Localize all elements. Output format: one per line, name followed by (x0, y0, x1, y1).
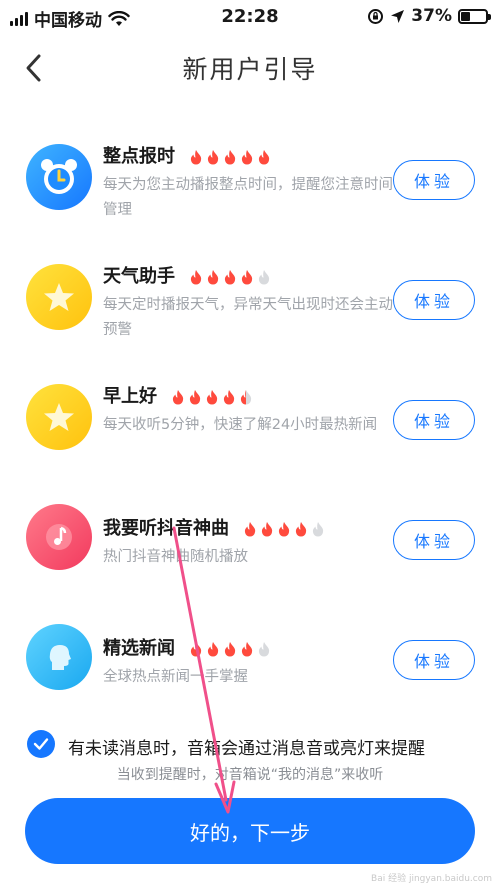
flame-icon (258, 150, 270, 165)
flame-icon (172, 390, 184, 405)
rating-flames (243, 521, 325, 537)
flame-icon (223, 390, 235, 405)
status-bar: 中国移动 22:28 37% (0, 0, 500, 34)
flame-icon (244, 522, 256, 537)
flame-icon (261, 522, 273, 537)
feature-item: 我要听抖音神曲 热门抖音神曲随机播放 体验 (0, 490, 500, 600)
flame-icon (207, 270, 219, 285)
flame-icon (206, 390, 218, 405)
watermark-logo: Bai 经验 jingyan.baidu.com (371, 874, 492, 884)
flame-icon (312, 522, 324, 537)
flame-icon (278, 522, 290, 537)
try-button[interactable]: 体验 (393, 400, 475, 440)
rating-flames (189, 149, 271, 165)
feature-desc: 每天收听5分钟，快速了解24小时最热新闻 (103, 417, 378, 433)
feature-title-text: 整点报时 (103, 146, 175, 167)
flame-icon (224, 150, 236, 165)
flame-icon (258, 642, 270, 657)
feature-item: 精选新闻 全球热点新闻一手掌握 体验 (0, 610, 500, 720)
notification-option: 有未读消息时，音箱会通过消息音或亮灯来提醒 当收到提醒时，对音箱说“我的消息”来… (0, 730, 500, 790)
feature-title-text: 我要听抖音神曲 (103, 518, 229, 539)
flame-icon (295, 522, 307, 537)
status-right-group: 37% (367, 6, 491, 26)
battery-icon (458, 8, 491, 24)
flame-icon (241, 642, 253, 657)
battery-level-fill (461, 11, 470, 21)
nav-bar: 新用户引导 (0, 34, 500, 98)
page-title: 新用户引导 (182, 55, 318, 84)
flame-icon (241, 270, 253, 285)
flame-icon (207, 642, 219, 657)
notification-checkbox[interactable] (27, 730, 55, 758)
feature-item: 天气助手 每天定时播报天气，异常天气出现时还会主动预警 体验 (0, 250, 500, 360)
feature-title-text: 天气助手 (103, 266, 175, 287)
flame-icon (189, 390, 201, 405)
flame-icon (258, 270, 270, 285)
location-arrow-icon (391, 9, 405, 23)
checkmark-icon (33, 738, 49, 750)
try-button[interactable]: 体验 (393, 520, 475, 560)
feature-title-text: 早上好 (103, 386, 157, 407)
flame-icon (207, 150, 219, 165)
notification-label: 有未读消息时，音箱会通过消息音或亮灯来提醒 (68, 739, 425, 759)
rating-flames (189, 269, 271, 285)
flame-icon (241, 150, 253, 165)
profile-head-icon (26, 624, 92, 690)
feature-item: 整点报时 每天为您主动播报整点时间，提醒您注意时间管理 体验 (0, 130, 500, 240)
next-step-button[interactable]: 好的，下一步 (25, 798, 475, 864)
try-button[interactable]: 体验 (393, 160, 475, 200)
feature-title: 我要听抖音神曲 (103, 514, 325, 540)
feature-item: 早上好 每天收听5分钟，快速了解24小时最热新闻 体验 (0, 370, 500, 480)
battery-percent: 37% (411, 6, 452, 26)
rotation-lock-icon (368, 8, 384, 24)
feature-title: 整点报时 (103, 142, 271, 168)
flame-icon (190, 270, 202, 285)
feature-title-text: 精选新闻 (103, 638, 175, 659)
feature-desc: 每天定时播报天气，异常天气出现时还会主动预警 (103, 297, 393, 338)
flame-icon (224, 270, 236, 285)
try-button[interactable]: 体验 (393, 640, 475, 680)
flame-icon (190, 642, 202, 657)
flame-icon (224, 642, 236, 657)
rating-flames (189, 641, 271, 657)
feature-desc: 热门抖音神曲随机播放 (103, 549, 248, 565)
feature-desc: 每天为您主动播报整点时间，提醒您注意时间管理 (103, 177, 393, 218)
feature-title: 精选新闻 (103, 634, 271, 660)
alarm-clock-icon (26, 144, 92, 210)
music-note-icon (26, 504, 92, 570)
flame-icon (240, 390, 252, 405)
feature-desc: 全球热点新闻一手掌握 (103, 669, 248, 685)
try-button[interactable]: 体验 (393, 280, 475, 320)
star-icon (26, 384, 92, 450)
flame-icon (190, 150, 202, 165)
notification-hint: 当收到提醒时，对音箱说“我的消息”来收听 (116, 767, 384, 783)
feature-title: 天气助手 (103, 262, 271, 288)
star-icon (26, 264, 92, 330)
rating-flames (171, 389, 253, 405)
feature-title: 早上好 (103, 382, 253, 408)
